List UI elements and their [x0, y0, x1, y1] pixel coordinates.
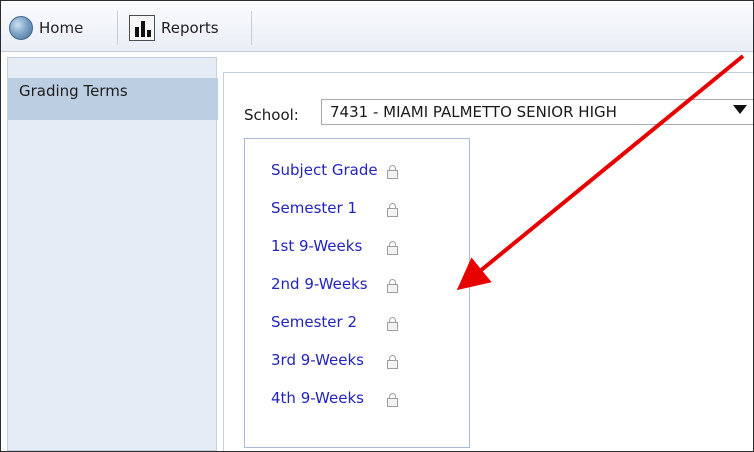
app-window: Home Reports Grading Terms School: 7431 …	[0, 0, 754, 452]
annotation-arrow	[456, 54, 745, 291]
annotation-arrow-line	[456, 54, 745, 291]
